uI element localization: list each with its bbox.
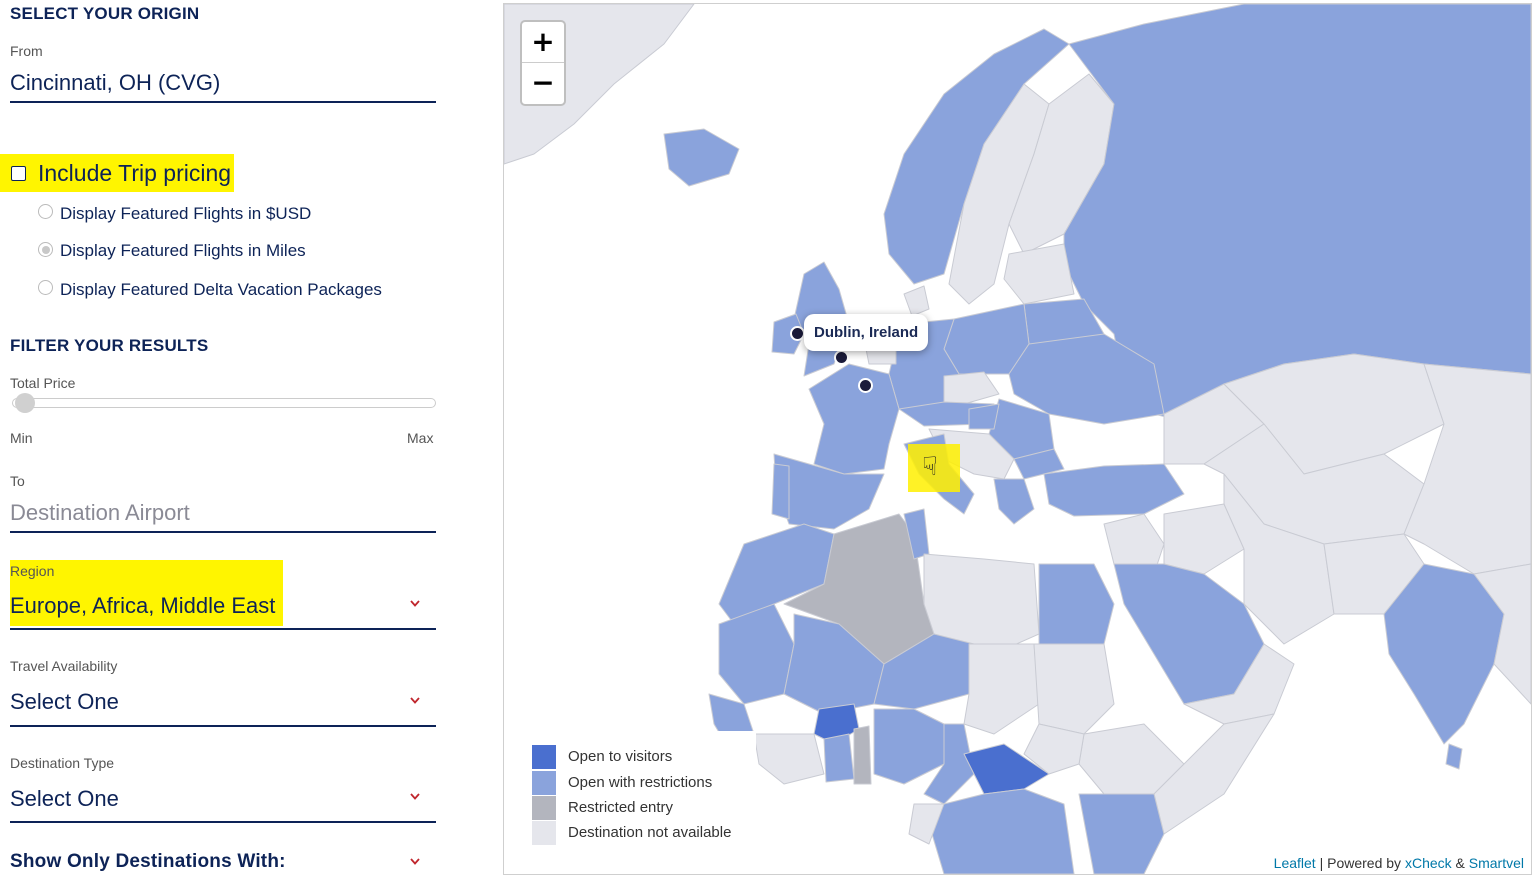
map-attribution: Leaflet | Powered by xCheck & Smartvel <box>1269 854 1528 872</box>
price-max-label: Max <box>407 430 434 446</box>
map-marker-paris[interactable] <box>858 378 873 393</box>
from-label: From <box>10 43 43 59</box>
destination-type-underline <box>10 821 436 823</box>
show-only-destinations-select[interactable]: Show Only Destinations With: <box>10 851 286 873</box>
attribution-separator: | <box>1315 855 1328 871</box>
kenya-uganda-region <box>1078 793 1165 874</box>
smartvel-link[interactable]: Smartvel <box>1469 855 1524 871</box>
destination-type-select[interactable]: Select One <box>10 786 119 812</box>
price-slider-track[interactable] <box>12 398 436 408</box>
price-min-label: Min <box>10 430 33 446</box>
legend-label-open: Open to visitors <box>568 748 673 765</box>
sudan-region <box>1033 643 1115 735</box>
origin-section-title: SELECT YOUR ORIGIN <box>10 4 200 23</box>
legend-label-unavailable: Destination not available <box>568 824 732 841</box>
chad-region <box>963 643 1040 735</box>
czech-region <box>943 371 1000 405</box>
powered-by-text: Powered by <box>1327 855 1405 871</box>
map-popup-dublin: Dublin, Ireland <box>804 314 929 351</box>
nigeria-region <box>873 708 945 785</box>
map-marker-london[interactable] <box>834 350 849 365</box>
destination-airport-input[interactable]: Destination Airport <box>10 500 190 526</box>
legend-swatch-open <box>532 745 556 769</box>
france-region <box>808 363 900 475</box>
togo-benin-region <box>853 725 872 785</box>
chevron-down-icon[interactable] <box>410 697 420 706</box>
hand-cursor-icon: ☟ <box>922 452 938 482</box>
legend-label-restrictions: Open with restrictions <box>568 774 713 791</box>
attribution-ampersand: & <box>1451 855 1469 871</box>
radio-miles-label[interactable]: Display Featured Flights in Miles <box>60 241 306 261</box>
xcheck-link[interactable]: xCheck <box>1405 855 1452 871</box>
travel-availability-select[interactable]: Select One <box>10 689 119 715</box>
legend-swatch-unavailable <box>532 821 556 845</box>
legend-swatch-restricted <box>532 796 556 820</box>
to-label: To <box>10 473 25 489</box>
denmark-region <box>903 285 930 317</box>
price-slider-thumb[interactable] <box>15 393 35 413</box>
sri-lanka-region <box>1445 743 1463 770</box>
radio-usd-label[interactable]: Display Featured Flights in $USD <box>60 204 311 224</box>
ghana-region <box>823 733 855 783</box>
hungary-region <box>968 403 1000 430</box>
drc-region <box>928 788 1075 874</box>
egypt-region <box>1038 563 1115 645</box>
map-marker-dublin[interactable] <box>790 326 805 341</box>
zoom-in-button[interactable]: + <box>522 22 564 63</box>
zoom-control[interactable]: + − <box>520 20 566 106</box>
chevron-down-icon[interactable] <box>410 793 420 802</box>
legend-label-restricted: Restricted entry <box>568 799 674 816</box>
greece-region <box>993 478 1035 525</box>
region-select[interactable]: Europe, Africa, Middle East <box>10 593 275 619</box>
india-region <box>1383 563 1505 745</box>
destination-type-label: Destination Type <box>10 755 115 771</box>
radio-vacation-packages[interactable] <box>38 280 53 295</box>
filter-section-title: FILTER YOUR RESULTS <box>10 336 209 355</box>
travel-availability-underline <box>10 725 436 727</box>
zoom-out-button[interactable]: − <box>522 63 564 103</box>
filter-panel: SELECT YOUR ORIGIN From Cincinnati, OH (… <box>0 0 460 880</box>
destination-input-underline <box>10 531 436 533</box>
guinea-coast-region <box>753 733 825 785</box>
portugal-region <box>771 463 790 520</box>
origin-input-underline <box>10 101 436 103</box>
radio-usd[interactable] <box>38 204 53 219</box>
iceland-region <box>663 128 740 187</box>
radio-miles[interactable] <box>38 242 53 257</box>
chevron-down-icon[interactable] <box>410 600 420 609</box>
turkey-region <box>1043 463 1185 517</box>
include-trip-pricing-checkbox[interactable] <box>11 166 26 181</box>
travel-availability-label: Travel Availability <box>10 658 118 674</box>
cursor-highlight: ☟ <box>908 444 960 492</box>
baltics-region <box>1003 243 1075 305</box>
leaflet-link[interactable]: Leaflet <box>1274 855 1316 871</box>
total-price-label: Total Price <box>10 375 76 391</box>
map-legend: Open to visitors Open with restrictions … <box>518 731 756 859</box>
origin-input[interactable]: Cincinnati, OH (CVG) <box>10 70 220 96</box>
chevron-down-icon[interactable] <box>410 858 420 867</box>
region-label: Region <box>10 563 55 579</box>
radio-vacation-packages-label[interactable]: Display Featured Delta Vacation Packages <box>60 280 382 300</box>
region-underline <box>10 628 436 630</box>
travel-map[interactable]: + − Dublin, Ireland ☟ Open to visitors O… <box>503 3 1532 875</box>
include-trip-pricing-label[interactable]: Include Trip pricing <box>38 160 231 187</box>
legend-swatch-restrictions <box>532 771 556 795</box>
